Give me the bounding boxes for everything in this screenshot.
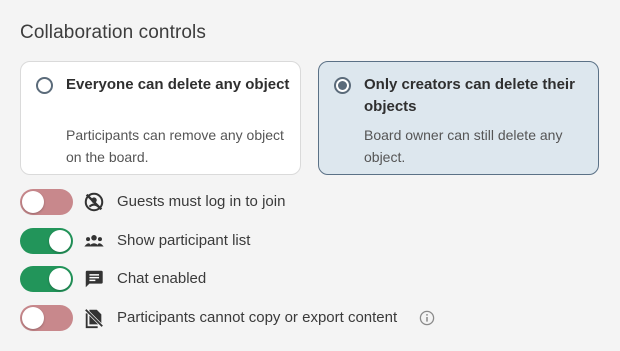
- toggle-label: Chat enabled: [117, 270, 207, 287]
- participants-icon: [84, 235, 104, 247]
- info-icon[interactable]: [419, 310, 435, 326]
- chat-icon: [85, 270, 103, 288]
- guests-login-toggle[interactable]: [20, 189, 73, 215]
- toggle-knob: [49, 230, 71, 252]
- no-copy-toggle[interactable]: [20, 305, 73, 331]
- option-description: Board owner can still delete any object.: [364, 127, 563, 165]
- no-copy-icon: [84, 308, 104, 329]
- participant-list-toggle[interactable]: [20, 228, 73, 254]
- toggle-knob: [22, 307, 44, 329]
- toggle-label: Guests must log in to join: [117, 193, 286, 210]
- toggle-label: Show participant list: [117, 232, 251, 249]
- option-description: Participants can remove any object on th…: [66, 127, 284, 165]
- no-guest-icon: [84, 192, 104, 212]
- toggle-row-guests-login: Guests must log in to join: [20, 189, 520, 215]
- collaboration-controls-panel: Collaboration controls Everyone can dele…: [0, 0, 620, 351]
- toggle-knob: [22, 191, 44, 213]
- chat-toggle[interactable]: [20, 266, 73, 292]
- option-title: Only creators can delete their objects: [364, 76, 575, 115]
- radio-selected[interactable]: [334, 77, 351, 94]
- option-everyone-delete[interactable]: Everyone can delete any object Participa…: [20, 61, 301, 175]
- toggle-row-no-copy: Participants cannot copy or export conte…: [20, 305, 520, 331]
- toggle-label: Participants cannot copy or export conte…: [117, 309, 398, 326]
- toggle-row-chat: Chat enabled: [20, 266, 520, 292]
- toggle-row-participant-list: Show participant list: [20, 228, 520, 254]
- toggle-knob: [49, 268, 71, 290]
- option-title: Everyone can delete any object: [66, 76, 290, 93]
- option-creators-delete[interactable]: Only creators can delete their objects B…: [318, 61, 599, 175]
- section-title: Collaboration controls: [20, 22, 206, 43]
- radio-unselected[interactable]: [36, 77, 53, 94]
